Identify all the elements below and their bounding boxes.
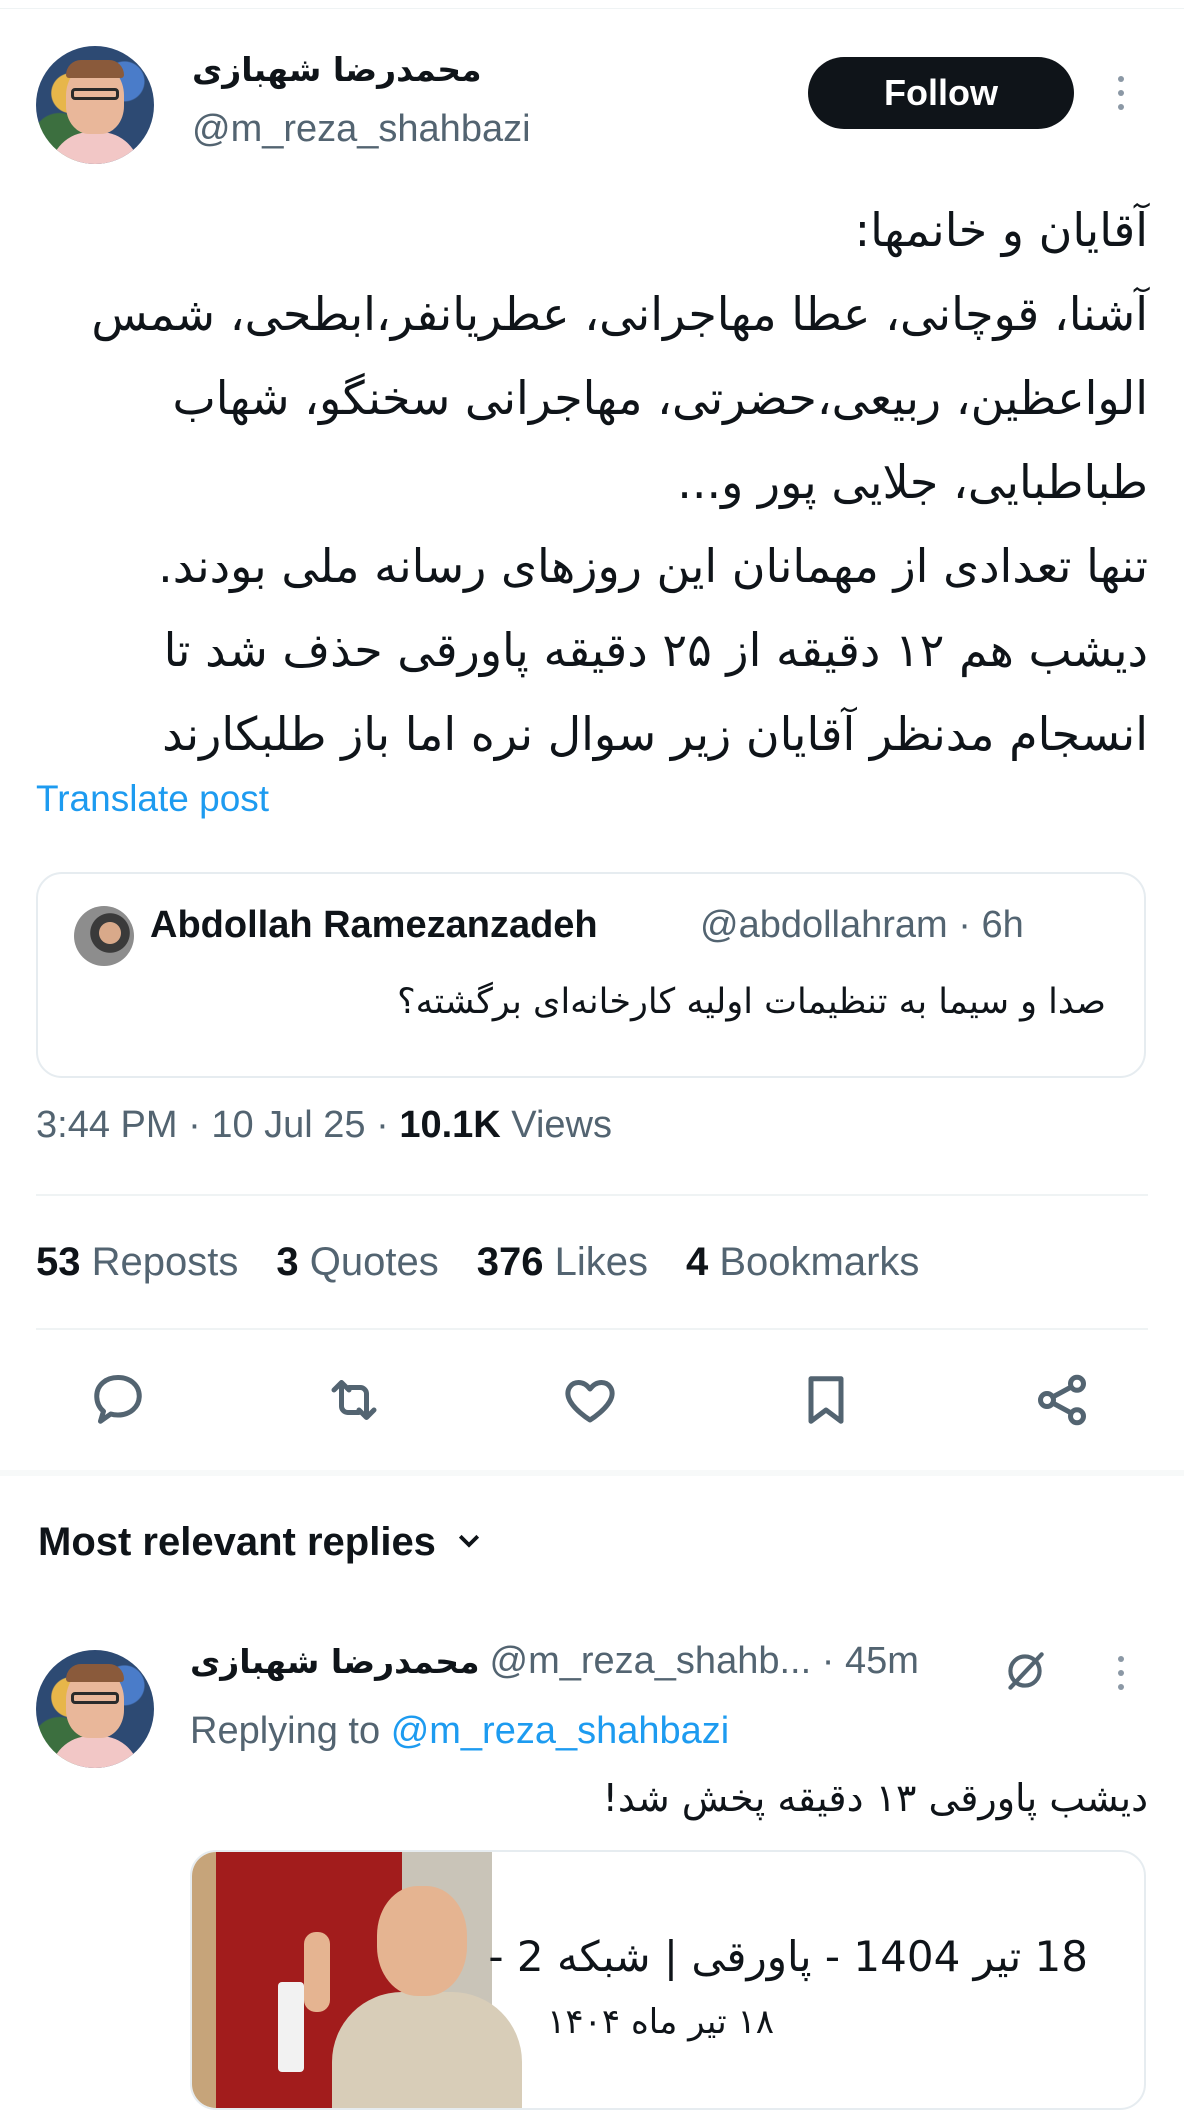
share-icon[interactable]	[1030, 1368, 1094, 1432]
quoted-tweet-card[interactable]: Abdollah Ramezanzadeh @abdollahram · 6h …	[36, 872, 1146, 1078]
author-avatar[interactable]	[36, 46, 154, 164]
views-label: Views	[511, 1104, 612, 1146]
section-divider	[0, 1470, 1184, 1476]
follow-button[interactable]: Follow	[808, 57, 1074, 129]
like-icon[interactable]	[558, 1368, 622, 1432]
preview-subtitle: ۱۸ تیر ماه ۱۴۰۴	[547, 2002, 774, 2042]
author-name[interactable]: محمدرضا شهبازی	[192, 50, 482, 89]
quoted-author-name: Abdollah Ramezanzadeh	[150, 904, 598, 946]
tweet-date[interactable]: 10 Jul 25	[211, 1104, 365, 1146]
preview-title: 18 تیر 1404 - پاورقی | شبکه 2 -	[488, 1932, 1088, 1981]
stat-reposts[interactable]: 53 Reposts	[36, 1240, 238, 1285]
tweet-text: آقایان و خانمها: آشنا، قوچانی، عطا مهاجر…	[91, 203, 1148, 761]
author-handle[interactable]: @m_reza_shahbazi	[192, 108, 531, 151]
stat-likes[interactable]: 376 Likes	[477, 1240, 648, 1285]
reply-icon[interactable]	[86, 1368, 150, 1432]
quoted-text: صدا و سیما به تنظیمات اولیه کارخانه‌ای ب…	[397, 982, 1106, 1022]
replying-to-handle[interactable]: @m_reza_shahbazi	[391, 1710, 730, 1752]
top-divider	[0, 8, 1184, 9]
reply-more-options-icon[interactable]	[1118, 1656, 1124, 1690]
tweet-meta: 3:44 PM · 10 Jul 25 · 10.1K Views	[36, 1104, 612, 1146]
divider	[36, 1328, 1148, 1330]
reply-author-handle[interactable]: @m_reza_shahb... · 45m	[490, 1640, 919, 1683]
reply-text: دیشب پاورقی ۱۳ دقیقه پخش شد!	[602, 1776, 1148, 1820]
grok-icon[interactable]	[1000, 1646, 1050, 1700]
tweet-time[interactable]: 3:44 PM	[36, 1104, 178, 1146]
link-preview-card[interactable]: 18 تیر 1404 - پاورقی | شبکه 2 - ۱۸ تیر م…	[190, 1850, 1146, 2110]
views-count: 10.1K	[399, 1104, 501, 1146]
chevron-down-icon	[454, 1520, 484, 1565]
reply-author-name[interactable]: محمدرضا شهبازی	[190, 1642, 480, 1681]
quoted-avatar	[74, 906, 134, 966]
reply-author-avatar[interactable]	[36, 1650, 154, 1768]
replies-heading-label: Most relevant replies	[38, 1520, 436, 1564]
stat-bookmarks[interactable]: 4 Bookmarks	[686, 1240, 919, 1285]
reply-header: محمدرضا شهبازی @m_reza_shahb... · 45m	[190, 1640, 919, 1683]
quoted-author-handle: @abdollahram · 6h	[700, 904, 1024, 946]
stat-quotes[interactable]: 3 Quotes	[276, 1240, 438, 1285]
replying-to: Replying to @m_reza_shahbazi	[190, 1710, 730, 1752]
more-options-icon[interactable]	[1118, 76, 1124, 110]
engagement-stats: 53 Reposts 3 Quotes 376 Likes 4 Bookmark…	[36, 1240, 919, 1285]
translate-post-link[interactable]: Translate post	[36, 778, 269, 820]
replies-sort-dropdown[interactable]: Most relevant replies	[38, 1520, 484, 1565]
retweet-icon[interactable]	[322, 1368, 386, 1432]
preview-thumbnail	[192, 1852, 522, 2108]
divider	[36, 1194, 1148, 1196]
bookmark-icon[interactable]	[794, 1368, 858, 1432]
